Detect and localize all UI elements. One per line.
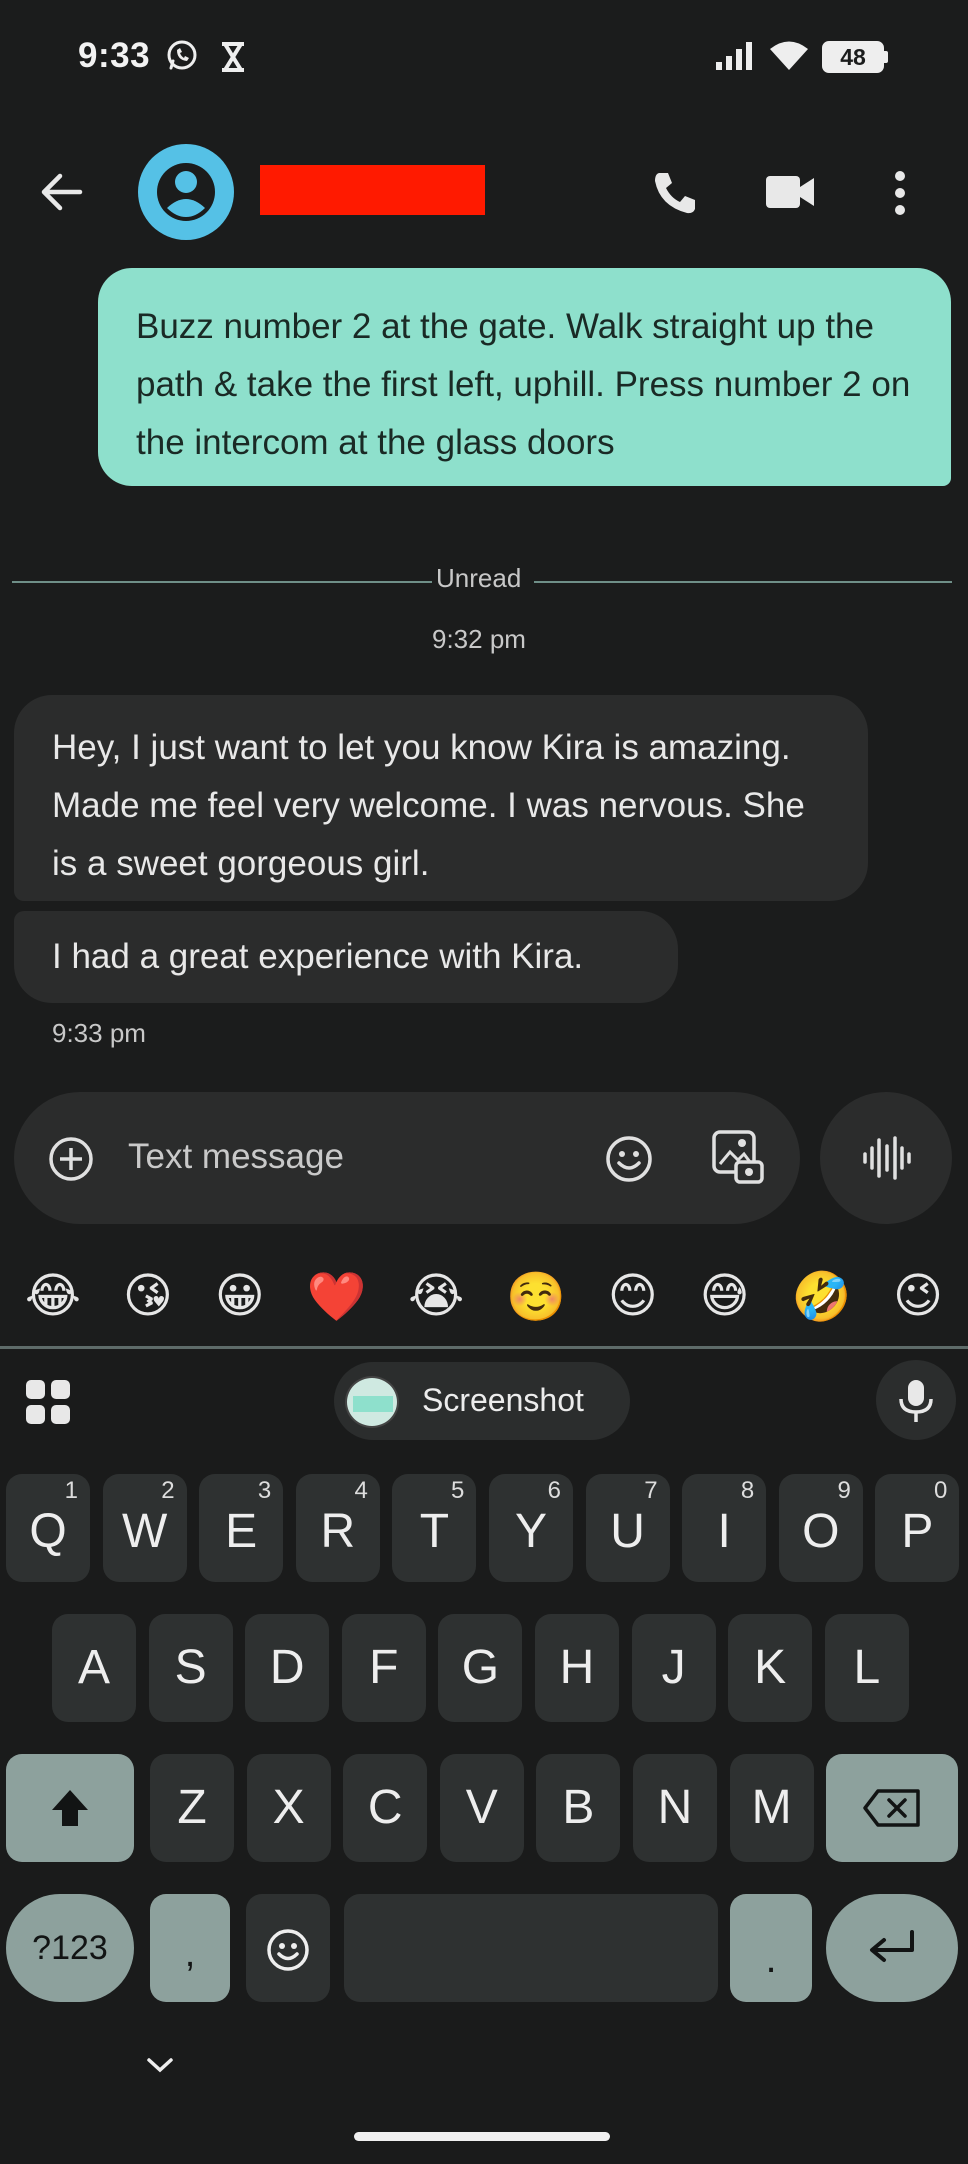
emoji-suggestion[interactable]: 🤣 <box>791 1268 851 1325</box>
emoji-suggestion[interactable]: 😉 <box>893 1268 943 1324</box>
emoji-key-icon <box>267 1929 309 1971</box>
key-z[interactable]: Z <box>150 1754 234 1862</box>
hourglass-icon <box>222 42 244 72</box>
emoji-suggestion-row: 😂 😘 😀 ❤️ 😭 ☺️ 😊 😅 🤣 😉 <box>0 1250 968 1342</box>
emoji-suggestion[interactable]: 😭 <box>408 1268 464 1324</box>
key-number-hint: 8 <box>740 1477 755 1504</box>
key-u[interactable]: 7U <box>585 1474 670 1582</box>
emoji-suggestion[interactable]: 😘 <box>123 1268 173 1324</box>
home-indicator[interactable] <box>354 2132 610 2141</box>
gallery-icon[interactable] <box>710 1128 766 1186</box>
key-w[interactable]: 2W <box>102 1474 187 1582</box>
outgoing-message[interactable]: Buzz number 2 at the gate. Walk straight… <box>98 268 951 486</box>
key-v[interactable]: V <box>439 1754 524 1862</box>
phone-icon[interactable] <box>650 168 700 218</box>
key-l[interactable]: L <box>824 1614 909 1722</box>
key-number-hint: 0 <box>934 1477 948 1504</box>
apps-grid-icon[interactable] <box>24 1378 72 1426</box>
status-time: 9:33 <box>78 36 151 75</box>
key-p[interactable]: 0P <box>875 1474 960 1582</box>
key-j[interactable]: J <box>631 1614 716 1722</box>
more-options-icon[interactable] <box>890 170 910 216</box>
incoming-message[interactable]: I had a great experience with Kira. <box>14 911 678 1003</box>
emoji-suggestion[interactable]: 😀 <box>215 1268 265 1324</box>
message-input[interactable]: Text message <box>128 1137 344 1177</box>
screenshot-chip-label: Screenshot <box>422 1382 584 1418</box>
backspace-icon <box>863 1789 920 1827</box>
wifi-icon <box>770 41 808 70</box>
video-call-icon[interactable] <box>764 172 816 212</box>
key-number-hint: 3 <box>257 1477 272 1504</box>
key-b[interactable]: B <box>536 1754 621 1862</box>
incoming-message[interactable]: Hey, I just want to let you know Kira is… <box>14 695 868 901</box>
key-r[interactable]: 4R <box>295 1474 380 1582</box>
timestamp: 9:32 pm <box>432 624 526 654</box>
key-m[interactable]: M <box>729 1754 814 1862</box>
enter-icon <box>870 1930 914 1962</box>
key-t[interactable]: 5T <box>392 1474 477 1582</box>
key-e[interactable]: 3E <box>199 1474 284 1582</box>
emoji-suggestion[interactable]: ☺️ <box>506 1268 566 1325</box>
emoji-suggestion[interactable]: 😊 <box>608 1268 658 1324</box>
key-a[interactable]: A <box>52 1614 136 1722</box>
key-c[interactable]: C <box>343 1754 428 1862</box>
emoji-suggestion[interactable]: 😂 <box>25 1268 81 1324</box>
key-x[interactable]: X <box>246 1754 331 1862</box>
shift-key[interactable] <box>6 1754 134 1862</box>
key-number-hint: 7 <box>644 1477 658 1504</box>
chevron-down-icon[interactable] <box>145 2055 175 2075</box>
key-h[interactable]: H <box>535 1614 619 1722</box>
key-number-hint: 6 <box>547 1477 561 1504</box>
period-key[interactable]: . <box>730 1894 812 2002</box>
emoji-suggestion[interactable]: 😅 <box>700 1268 750 1324</box>
whatsapp-icon <box>167 40 197 70</box>
key-number-hint: 5 <box>451 1477 465 1504</box>
key-g[interactable]: G <box>438 1614 523 1722</box>
key-y[interactable]: 6Y <box>489 1474 573 1582</box>
symbols-key[interactable]: ?123 <box>6 1894 134 2002</box>
space-key[interactable] <box>344 1894 718 2002</box>
key-q[interactable]: 1Q <box>6 1474 90 1582</box>
key-o[interactable]: 9O <box>778 1474 863 1582</box>
screenshot-thumbnail <box>345 1376 399 1428</box>
key-number-hint: 4 <box>354 1477 368 1504</box>
unread-divider-right <box>534 581 952 583</box>
avatar[interactable] <box>138 144 234 240</box>
waveform-icon <box>863 1136 911 1180</box>
comma-key[interactable]: , <box>150 1894 230 2002</box>
shift-arrow-icon <box>52 1790 88 1826</box>
key-n[interactable]: N <box>633 1754 717 1862</box>
emoji-suggestion[interactable]: ❤️ <box>307 1268 367 1325</box>
add-attachment-icon[interactable] <box>48 1136 94 1182</box>
key-number-hint: 1 <box>64 1477 78 1504</box>
key-d[interactable]: D <box>245 1614 330 1722</box>
microphone-icon <box>899 1380 933 1422</box>
signal-icon <box>716 42 752 70</box>
emoji-icon[interactable] <box>604 1134 654 1184</box>
key-number-hint: 2 <box>161 1477 175 1504</box>
emoji-key[interactable] <box>246 1894 330 2002</box>
unread-divider-left <box>12 581 432 583</box>
key-k[interactable]: K <box>728 1614 813 1722</box>
timestamp: 9:33 pm <box>52 1018 146 1048</box>
unread-label: Unread <box>436 563 522 593</box>
key-f[interactable]: F <box>341 1614 426 1722</box>
battery-indicator: 48 <box>822 41 884 73</box>
key-s[interactable]: S <box>148 1614 233 1722</box>
key-number-hint: 9 <box>837 1477 851 1504</box>
enter-key[interactable] <box>826 1894 958 2002</box>
backspace-key[interactable] <box>826 1754 958 1862</box>
key-i[interactable]: 8I <box>682 1474 767 1582</box>
contact-name-redacted <box>260 165 485 215</box>
battery-nub <box>884 51 888 63</box>
back-arrow-icon[interactable] <box>40 170 84 214</box>
person-icon <box>157 163 215 221</box>
